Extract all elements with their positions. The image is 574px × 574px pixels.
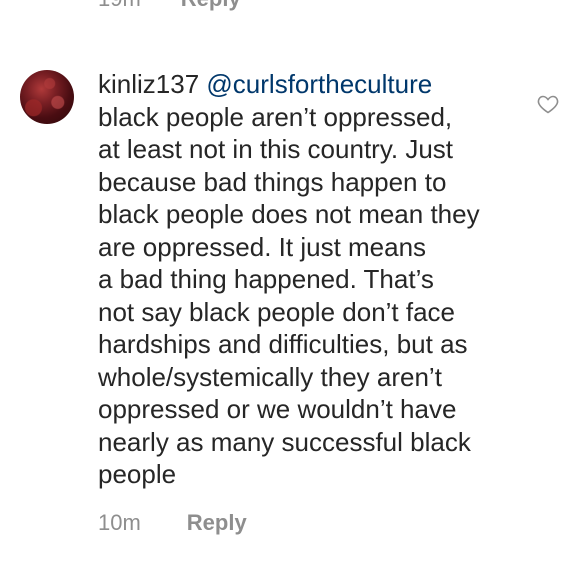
username[interactable]: kinliz137 — [98, 69, 199, 99]
previous-comment-time: 19m — [98, 0, 141, 12]
comment-line: whole/systemically they aren’t — [98, 361, 442, 392]
comment-line: not say black people don’t face — [98, 296, 456, 327]
comment-header: kinliz137 @curlsfortheculture — [98, 68, 528, 101]
comment-line: because bad things happen to — [98, 166, 447, 197]
comment-body: kinliz137 @curlsfortheculture black peop… — [98, 68, 528, 491]
avatar[interactable] — [20, 70, 74, 124]
comment-line: at least not in this country. Just — [98, 134, 454, 164]
comment-line: black people aren’t oppressed, — [98, 101, 453, 132]
comment-line: are oppressed. It just means — [98, 231, 427, 262]
comment-line: black people does not mean they — [98, 199, 480, 229]
reply-button[interactable]: Reply — [187, 510, 247, 536]
comment-time: 10m — [98, 510, 141, 535]
comment-line: hardships and difficulties, but as — [98, 329, 468, 359]
previous-reply-button[interactable]: Reply — [181, 0, 241, 12]
heart-icon[interactable] — [536, 92, 560, 116]
comment-line: nearly as many successful black — [98, 426, 471, 457]
comment-line: oppressed or we wouldn’t have — [98, 394, 457, 424]
mention-link[interactable]: @curlsfortheculture — [206, 69, 432, 99]
comment-line: people — [98, 459, 177, 489]
previous-comment-meta: 19m Reply — [98, 0, 241, 12]
comment-line: a bad thing happened. That’s — [98, 264, 434, 294]
comment-meta: 10m Reply — [98, 510, 247, 536]
